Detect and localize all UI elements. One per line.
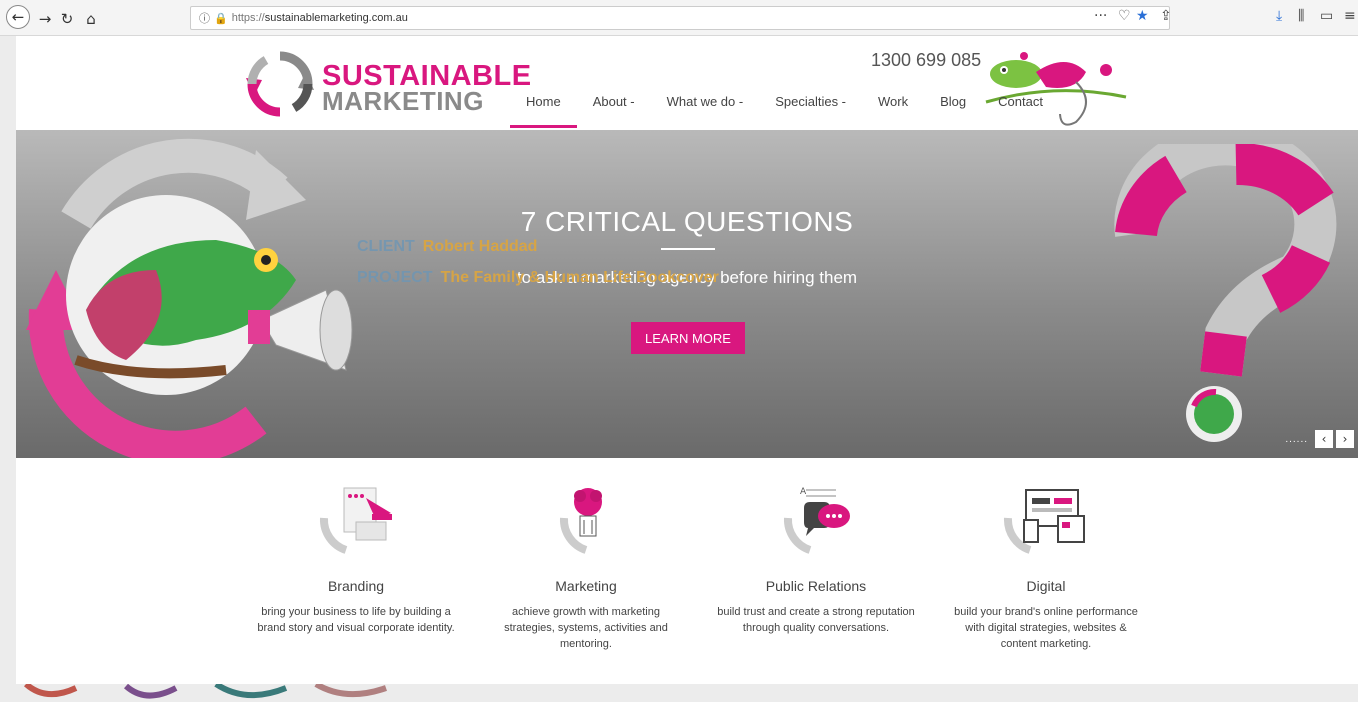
library-icon[interactable]: ⫼: [1298, 8, 1304, 24]
service-description: achieve growth with marketing strategies…: [504, 606, 668, 650]
nav-blog[interactable]: Blog: [924, 88, 982, 128]
service-public-relations[interactable]: A Public Relations build trust and creat…: [706, 458, 926, 636]
service-title: Digital: [1026, 578, 1066, 594]
home-button[interactable]: ⌂: [80, 8, 102, 30]
service-digital[interactable]: Digital build your brand's online perfor…: [936, 458, 1156, 652]
logo-text-marketing[interactable]: MARKETING: [322, 86, 484, 117]
nav-contact[interactable]: Contact: [982, 88, 1059, 128]
service-title: Branding: [327, 578, 385, 594]
decorative-arrows-icon: [23, 684, 387, 699]
service-title: Public Relations: [765, 578, 867, 594]
chameleon-megaphone-image: [26, 138, 353, 458]
reload-button[interactable]: ↻: [56, 8, 78, 30]
main-nav: Home About - What we do - Specialties - …: [510, 88, 1059, 128]
slider-controls: ...... ‹ ›: [1285, 430, 1354, 448]
download-icon[interactable]: ⤓: [1276, 8, 1282, 24]
client-label: CLIENT: [357, 238, 415, 255]
project-label: PROJECT: [357, 269, 433, 286]
nav-work[interactable]: Work: [862, 88, 924, 128]
service-title: Marketing: [555, 578, 617, 594]
bookmark-star-icon[interactable]: ★: [1136, 8, 1149, 24]
phone-number[interactable]: 1300 699 085: [871, 50, 981, 71]
question-mark-infographic: [1114, 144, 1337, 442]
hero-slider: 7 CRITICAL QUESTIONS to ask a marketing …: [16, 130, 1358, 458]
logo-circle-arrows-icon[interactable]: [246, 50, 314, 118]
lock-icon[interactable]: 🔒: [214, 12, 228, 25]
web-page: SUSTAINABLE MARKETING 1300 699 085 Home …: [16, 36, 1358, 684]
branding-icon: [319, 487, 392, 554]
back-button[interactable]: ←: [6, 5, 30, 29]
share-icon[interactable]: ⇪: [1160, 8, 1172, 24]
forward-button[interactable]: →: [34, 8, 56, 30]
chevron-right-icon[interactable]: ›: [1336, 430, 1354, 448]
chevron-left-icon[interactable]: ‹: [1315, 430, 1333, 448]
url-prefix: https://: [231, 12, 265, 24]
lightbulb-icon: [559, 488, 602, 554]
address-bar[interactable]: ⓘ 🔒 https://sustainablemarketing.com.au: [190, 6, 1170, 30]
client-overlay: CLIENT Robert Haddad: [357, 238, 537, 256]
project-name: The Family & Human Life Bookcover: [440, 269, 719, 286]
project-overlay: PROJECT The Family & Human Life Bookcover: [357, 269, 719, 287]
service-description: bring your business to life by building …: [257, 606, 455, 634]
nav-specialties[interactable]: Specialties -: [759, 88, 862, 128]
service-branding[interactable]: Branding bring your business to life by …: [246, 458, 466, 636]
services-section: Branding bring your business to life by …: [16, 458, 1358, 684]
client-name: Robert Haddad: [422, 238, 538, 255]
learn-more-button[interactable]: LEARN MORE: [631, 322, 745, 354]
slider-dots[interactable]: ......: [1285, 434, 1308, 445]
hero-divider: [661, 248, 715, 250]
page-actions-icon[interactable]: ···: [1094, 8, 1107, 24]
info-icon[interactable]: ⓘ: [199, 10, 210, 26]
sidebar-icon[interactable]: ▭: [1320, 8, 1333, 24]
svg-text:A: A: [800, 487, 807, 497]
menu-icon[interactable]: ≡: [1344, 8, 1356, 24]
service-marketing[interactable]: Marketing achieve growth with marketing …: [476, 458, 696, 652]
site-header: SUSTAINABLE MARKETING 1300 699 085 Home …: [16, 36, 1358, 130]
nav-about[interactable]: About -: [577, 88, 651, 128]
nav-home[interactable]: Home: [510, 88, 577, 128]
devices-icon: [1003, 489, 1085, 554]
nav-what-we-do[interactable]: What we do -: [651, 88, 760, 128]
url-host: sustainablemarketing.com.au: [264, 12, 408, 24]
speech-bubble-icon: A: [783, 487, 850, 554]
browser-toolbar: ← → ↻ ⌂ ⓘ 🔒 https://sustainablemarketing…: [0, 0, 1358, 36]
service-description: build trust and create a strong reputati…: [717, 606, 915, 634]
footer-decoration: [16, 684, 1358, 702]
service-description: build your brand's online performance wi…: [954, 606, 1138, 650]
pocket-icon[interactable]: ♡: [1118, 8, 1131, 24]
